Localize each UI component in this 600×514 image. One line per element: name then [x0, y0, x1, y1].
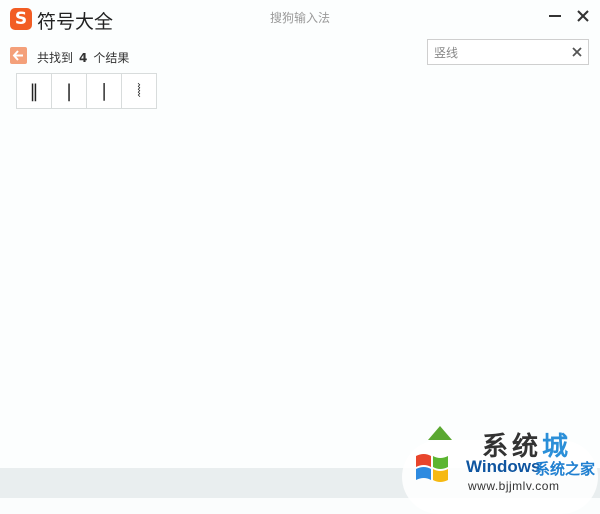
- symbol-grid: ‖ | ∣ ⦚: [16, 73, 157, 109]
- windows-flag-icon: [416, 454, 448, 482]
- watermark: 系统城 Windows 系统之家 www.bjjmlv.com: [400, 420, 600, 514]
- close-button[interactable]: [573, 6, 593, 26]
- minimize-button[interactable]: [545, 6, 565, 26]
- symbol-window: S 符号大全 搜狗输入法 共找到 4 个结果 竖线 ‖ | ∣ ⦚ 系统城 Wi…: [0, 0, 600, 514]
- symbol-cell[interactable]: |: [52, 74, 87, 109]
- watermark-cn-text: 系统之家: [535, 460, 596, 478]
- symbol-cell[interactable]: ‖: [17, 74, 52, 109]
- result-suffix: 个结果: [93, 51, 130, 65]
- clear-x-icon: [572, 47, 582, 57]
- result-number: 4: [79, 51, 88, 65]
- symbol-cell[interactable]: ⦚: [122, 74, 157, 109]
- search-input[interactable]: [434, 43, 564, 61]
- watermark-triangle-icon: [428, 426, 452, 440]
- clear-search-button[interactable]: [570, 45, 584, 59]
- arrow-left-icon: [12, 50, 23, 61]
- watermark-url: www.bjjmlv.com: [468, 479, 560, 493]
- watermark-windows-text: Windows: [466, 457, 541, 476]
- search-box[interactable]: [427, 39, 589, 65]
- close-icon: [577, 10, 589, 22]
- result-count: 共找到 4 个结果: [37, 49, 129, 66]
- back-button[interactable]: [10, 47, 27, 64]
- ime-name: 搜狗输入法: [269, 11, 330, 25]
- title-bar[interactable]: S 符号大全 搜狗输入法: [0, 0, 600, 36]
- result-prefix: 共找到: [37, 51, 74, 65]
- symbol-cell[interactable]: ∣: [87, 74, 122, 109]
- minimize-icon: [549, 15, 561, 17]
